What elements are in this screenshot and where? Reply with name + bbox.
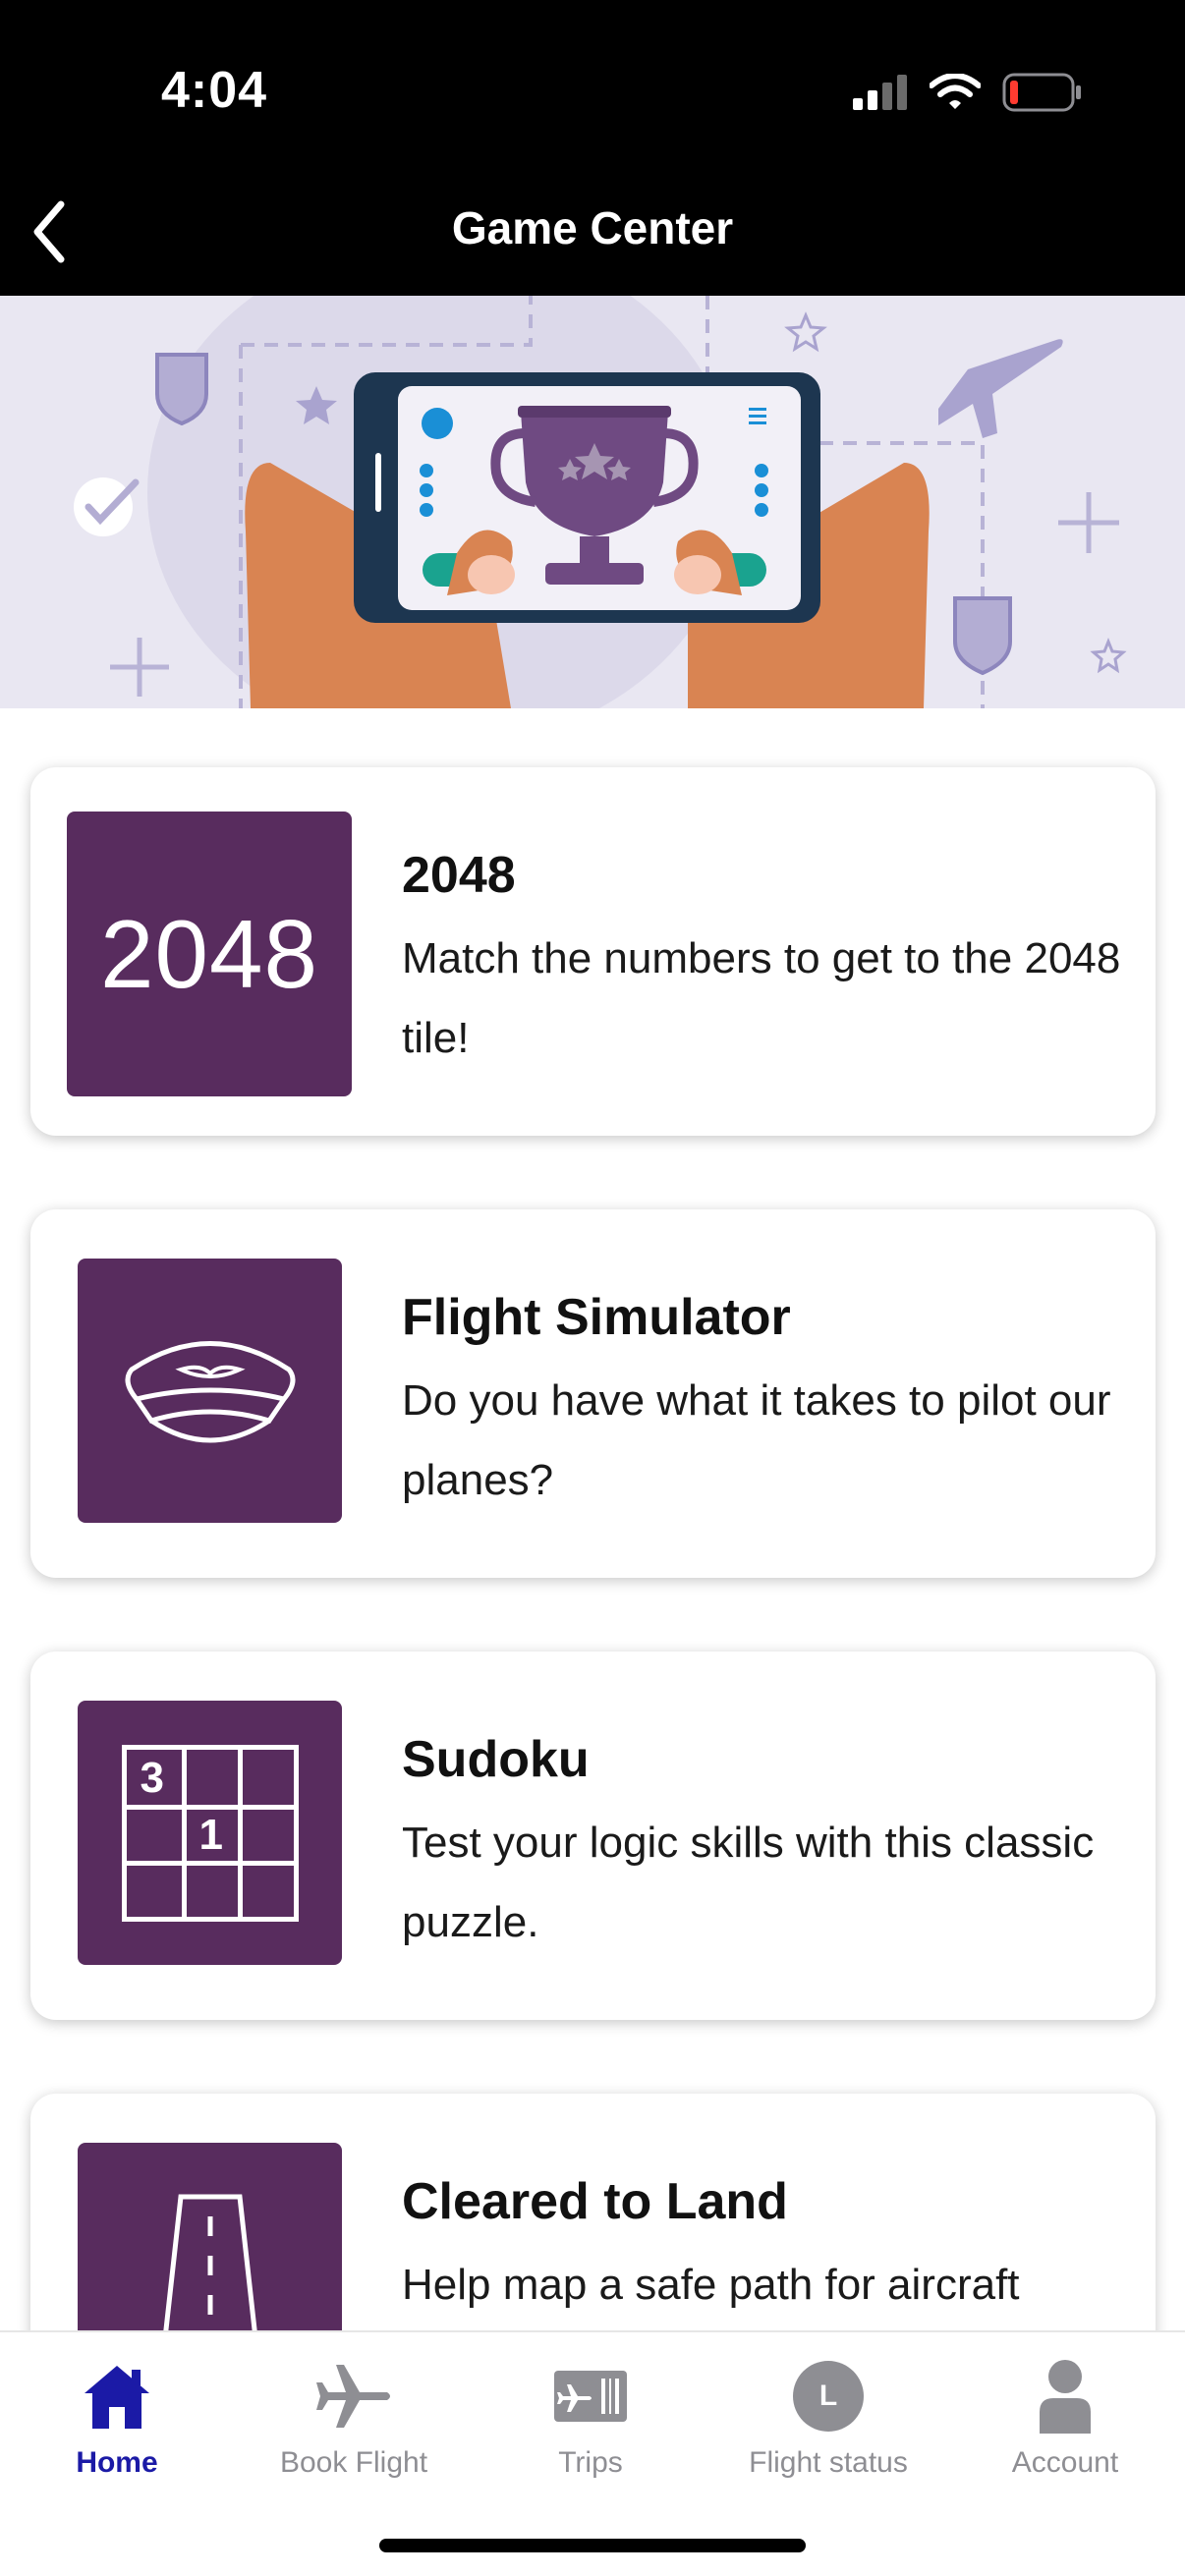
banner-illustration (74, 296, 1127, 708)
nav-book-flight[interactable]: Book Flight (236, 2352, 472, 2480)
page-title: Game Center (451, 202, 734, 253)
plane-icon (316, 2365, 390, 2428)
battery-icon (1002, 73, 1081, 112)
status-icons (853, 73, 1083, 112)
game-title: Cleared to Land (402, 2173, 788, 2230)
game-title: 2048 (402, 847, 516, 904)
sudoku-digit: 1 (198, 1810, 223, 1859)
sudoku-digit: 3 (140, 1753, 164, 1802)
clock-icon: L (793, 2361, 864, 2432)
home-icon (85, 2366, 149, 2429)
nav-label: Account (1011, 2446, 1119, 2479)
pilot-cap-icon (78, 1259, 342, 1523)
game-description: Help map a safe path for aircraft (402, 2261, 1020, 2309)
nav-label: Home (76, 2446, 158, 2479)
person-icon (1040, 2360, 1091, 2434)
nav-account[interactable]: Account (947, 2352, 1183, 2480)
pilot-cap-graphic (125, 1340, 295, 1442)
clock-badge-letter: L (818, 2380, 838, 2412)
nav-label: Flight status (749, 2446, 908, 2479)
game-description: Test your logic skills with this classic… (402, 1819, 1095, 1946)
signal-icon (853, 75, 907, 110)
nav-label: Book Flight (279, 2446, 428, 2479)
sudoku-grid: 3 1 (121, 1744, 299, 1922)
game-card-flight-simulator[interactable]: Flight Simulator Do you have what it tak… (30, 1209, 1156, 1578)
game-description: Match the numbers to get to the 2048 til… (402, 934, 1121, 1062)
top-bar: 4:04 Game Center (0, 0, 1185, 296)
nav-flight-status[interactable]: L Flight status (710, 2352, 946, 2480)
nav-label: Trips (558, 2446, 623, 2479)
game-title: Flight Simulator (402, 1289, 791, 1346)
nav-home[interactable]: Home (0, 2352, 235, 2480)
status-time: 4:04 (161, 62, 268, 119)
game-center-banner (0, 296, 1185, 708)
wifi-icon (930, 74, 981, 109)
nav-trips[interactable]: Trips (473, 2352, 708, 2480)
game-card-sudoku[interactable]: 3 1 Sudoku Test your logic skills with t… (30, 1652, 1156, 2020)
home-indicator[interactable] (379, 2539, 806, 2552)
game-description: Do you have what it takes to pilot our p… (402, 1376, 1111, 1504)
game-2048-tile-text: 2048 (99, 899, 318, 1008)
ticket-icon (554, 2371, 627, 2422)
game-2048-tile: 2048 (67, 812, 352, 1096)
game-card-2048[interactable]: 2048 2048 Match the numbers to get to th… (30, 767, 1156, 1136)
game-title: Sudoku (402, 1731, 590, 1788)
sudoku-grid-icon: 3 1 (78, 1701, 342, 1965)
